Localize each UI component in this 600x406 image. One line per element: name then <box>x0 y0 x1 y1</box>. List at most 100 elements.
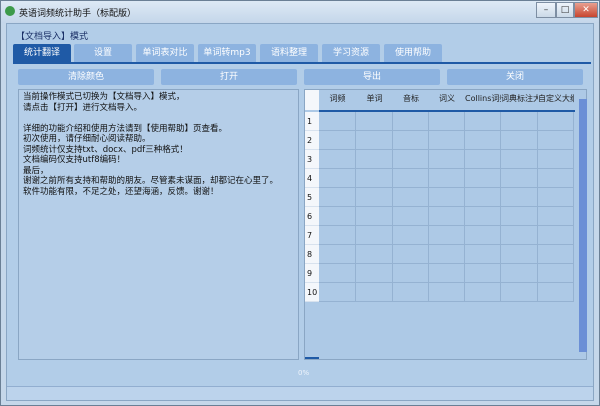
table-cell[interactable] <box>538 207 574 226</box>
row-number[interactable]: 8 <box>305 245 319 264</box>
table-cell[interactable] <box>393 188 429 207</box>
clear-color-button[interactable]: 清除颜色 <box>18 69 154 85</box>
horizontal-scrollbar[interactable] <box>305 357 319 359</box>
row-number[interactable]: 2 <box>305 131 319 150</box>
row-number[interactable]: 4 <box>305 169 319 188</box>
table-cell[interactable] <box>429 188 465 207</box>
export-button[interactable]: 导出 <box>304 69 440 85</box>
table-cell[interactable] <box>501 150 538 169</box>
table-cell[interactable] <box>393 207 429 226</box>
table-cell[interactable] <box>319 112 356 131</box>
table-cell[interactable] <box>538 169 574 188</box>
table-cell[interactable] <box>501 207 538 226</box>
table-cell[interactable] <box>319 188 356 207</box>
column-header[interactable]: 词频 <box>319 90 356 110</box>
table-cell[interactable] <box>393 245 429 264</box>
row-number[interactable]: 5 <box>305 188 319 207</box>
table-cell[interactable] <box>501 245 538 264</box>
table-cell[interactable] <box>356 188 393 207</box>
table-cell[interactable] <box>465 264 501 283</box>
table-cell[interactable] <box>538 131 574 150</box>
table-cell[interactable] <box>319 131 356 150</box>
row-number[interactable]: 7 <box>305 226 319 245</box>
table-cell[interactable] <box>429 264 465 283</box>
table-cell[interactable] <box>465 226 501 245</box>
tab-settings[interactable]: 设置 <box>74 44 132 62</box>
table-cell[interactable] <box>465 188 501 207</box>
tab-stats-translate[interactable]: 统计翻译 <box>13 44 71 62</box>
table-cell[interactable] <box>429 150 465 169</box>
table-cell[interactable] <box>429 226 465 245</box>
table-cell[interactable] <box>319 169 356 188</box>
table-cell[interactable] <box>501 283 538 302</box>
table-cell[interactable] <box>393 112 429 131</box>
table-cell[interactable] <box>356 226 393 245</box>
table-cell[interactable] <box>465 169 501 188</box>
table-cell[interactable] <box>465 283 501 302</box>
table-cell[interactable] <box>319 245 356 264</box>
table-cell[interactable] <box>356 112 393 131</box>
table-cell[interactable] <box>465 245 501 264</box>
table-cell[interactable] <box>393 226 429 245</box>
maximize-button[interactable]: □ <box>556 2 574 18</box>
open-button[interactable]: 打开 <box>161 69 297 85</box>
row-number[interactable]: 6 <box>305 207 319 226</box>
minimize-button[interactable]: – <box>536 2 556 18</box>
column-header[interactable]: 音标 <box>393 90 429 110</box>
table-cell[interactable] <box>538 283 574 302</box>
close-window-button[interactable]: ✕ <box>574 2 598 18</box>
row-number[interactable]: 10 <box>305 283 319 302</box>
table-cell[interactable] <box>429 169 465 188</box>
table-cell[interactable] <box>356 264 393 283</box>
column-header[interactable]: 词典标注大纲 <box>501 90 538 110</box>
row-number[interactable]: 3 <box>305 150 319 169</box>
table-cell[interactable] <box>356 245 393 264</box>
table-cell[interactable] <box>393 150 429 169</box>
table-cell[interactable] <box>356 283 393 302</box>
table-cell[interactable] <box>538 264 574 283</box>
table-cell[interactable] <box>501 112 538 131</box>
column-header[interactable]: 词义 <box>429 90 465 110</box>
table-cell[interactable] <box>501 131 538 150</box>
column-header[interactable]: Collins词频 <box>465 90 501 110</box>
column-header[interactable]: 自定义大纲 <box>538 90 574 110</box>
table-cell[interactable] <box>429 112 465 131</box>
close-button[interactable]: 关闭 <box>447 69 583 85</box>
table-cell[interactable] <box>501 264 538 283</box>
table-cell[interactable] <box>429 283 465 302</box>
table-cell[interactable] <box>319 283 356 302</box>
table-cell[interactable] <box>429 245 465 264</box>
tab-resources[interactable]: 学习资源 <box>322 44 380 62</box>
table-cell[interactable] <box>501 188 538 207</box>
table-cell[interactable] <box>429 131 465 150</box>
table-cell[interactable] <box>465 112 501 131</box>
row-number[interactable]: 1 <box>305 112 319 131</box>
vertical-scrollbar[interactable] <box>579 99 587 352</box>
table-cell[interactable] <box>319 207 356 226</box>
table-cell[interactable] <box>356 150 393 169</box>
table-cell[interactable] <box>538 226 574 245</box>
table-cell[interactable] <box>319 264 356 283</box>
table-cell[interactable] <box>465 207 501 226</box>
table-cell[interactable] <box>393 169 429 188</box>
table-cell[interactable] <box>501 226 538 245</box>
table-cell[interactable] <box>538 245 574 264</box>
tab-wordlist-compare[interactable]: 单词表对比 <box>136 44 194 62</box>
table-cell[interactable] <box>501 169 538 188</box>
table-cell[interactable] <box>538 150 574 169</box>
table-cell[interactable] <box>393 131 429 150</box>
tab-help[interactable]: 使用帮助 <box>384 44 442 62</box>
table-cell[interactable] <box>465 131 501 150</box>
tab-word-to-mp3[interactable]: 单词转mp3 <box>198 44 256 62</box>
table-cell[interactable] <box>393 264 429 283</box>
table-cell[interactable] <box>319 226 356 245</box>
info-textbox[interactable]: 当前操作模式已切换为【文档导入】模式， 请点击【打开】进行文档导入。 详细的功能… <box>18 89 299 360</box>
table-cell[interactable] <box>429 207 465 226</box>
table-cell[interactable] <box>538 188 574 207</box>
tab-corpus[interactable]: 语料整理 <box>260 44 318 62</box>
column-header[interactable]: 单词 <box>356 90 393 110</box>
row-number[interactable]: 9 <box>305 264 319 283</box>
table-cell[interactable] <box>319 150 356 169</box>
table-cell[interactable] <box>465 150 501 169</box>
table-cell[interactable] <box>393 283 429 302</box>
